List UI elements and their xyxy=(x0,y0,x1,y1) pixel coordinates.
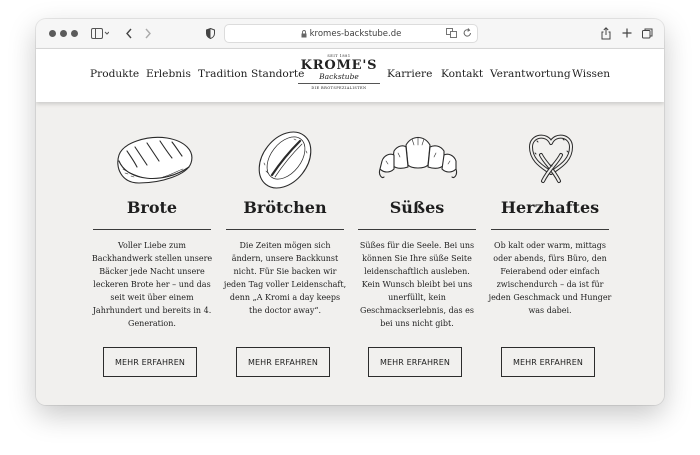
translate-icon[interactable] xyxy=(446,28,457,41)
reload-icon[interactable] xyxy=(463,28,472,41)
share-icon[interactable] xyxy=(600,25,612,41)
nav-verantwortung[interactable]: Verantwortung xyxy=(490,68,571,80)
logo-rule xyxy=(298,83,380,84)
mehr-erfahren-button[interactable]: MEHR ERFAHREN xyxy=(236,347,330,377)
nav-tradition[interactable]: Tradition xyxy=(198,68,247,80)
category-description: Die Zeiten mögen sich ändern, unsere Bac… xyxy=(223,241,347,315)
category-divider xyxy=(358,229,476,230)
tab-overview-icon[interactable] xyxy=(641,25,653,41)
category-title: Herzhaftes xyxy=(500,198,600,217)
category-description: Voller Liebe zum Backhandwerk stellen un… xyxy=(91,241,213,328)
nav-wissen[interactable]: Wissen xyxy=(572,68,610,80)
new-tab-icon[interactable] xyxy=(621,25,633,41)
bread-loaf-icon xyxy=(117,136,193,184)
nav-kontakt[interactable]: Kontakt xyxy=(441,68,483,80)
mehr-erfahren-button[interactable]: MEHR ERFAHREN xyxy=(501,347,595,377)
logo-brand: KROME'S xyxy=(300,58,378,73)
back-icon[interactable] xyxy=(123,25,135,41)
category-divider xyxy=(491,229,609,230)
category-description: Süßes für die Seele. Bei uns können Sie … xyxy=(359,241,475,328)
nav-erlebnis[interactable]: Erlebnis xyxy=(146,68,191,80)
nav-produkte[interactable]: Produkte xyxy=(90,68,139,80)
mehr-erfahren-button[interactable]: MEHR ERFAHREN xyxy=(368,347,462,377)
nav-standorte[interactable]: Standorte xyxy=(251,68,304,80)
category-divider xyxy=(93,229,211,230)
logo-script: Backstube xyxy=(319,72,359,81)
lock-icon xyxy=(301,29,307,38)
croissant-icon xyxy=(378,136,458,179)
category-title: Brote xyxy=(126,198,178,217)
url-text: kromes-backstube.de xyxy=(309,28,402,39)
address-bar[interactable]: kromes-backstube.de xyxy=(224,24,478,43)
category-title: Brötchen xyxy=(243,198,327,217)
category-divider xyxy=(226,229,344,230)
browser-window: kromes-backstube.de Produkte Erlebnis Tr… xyxy=(36,19,664,405)
close-window-button[interactable] xyxy=(49,30,56,37)
privacy-shield-icon[interactable] xyxy=(204,25,216,41)
logo-tagline: DIE BROTSPEZIALISTEN xyxy=(311,86,367,90)
site-header: Produkte Erlebnis Tradition Standorte SE… xyxy=(36,49,664,102)
forward-icon[interactable] xyxy=(142,25,154,41)
brand-logo[interactable]: SEIT 1881 KROME'S Backstube DIE BROTSPEZ… xyxy=(298,54,380,90)
pretzel-icon xyxy=(529,134,573,183)
nav-karriere[interactable]: Karriere xyxy=(387,68,432,80)
products-section: Brote Voller Liebe zum Backhandwerk stel… xyxy=(36,102,664,405)
browser-toolbar: kromes-backstube.de xyxy=(36,19,664,49)
category-description: Ob kalt oder warm, mittags oder abends, … xyxy=(488,241,612,315)
mehr-erfahren-button[interactable]: MEHR ERFAHREN xyxy=(103,347,197,377)
category-title: Süßes xyxy=(389,198,445,217)
bread-roll-icon xyxy=(258,131,312,189)
zoom-window-button[interactable] xyxy=(71,30,78,37)
sidebar-toggle-icon[interactable] xyxy=(89,25,111,41)
minimize-window-button[interactable] xyxy=(60,30,67,37)
